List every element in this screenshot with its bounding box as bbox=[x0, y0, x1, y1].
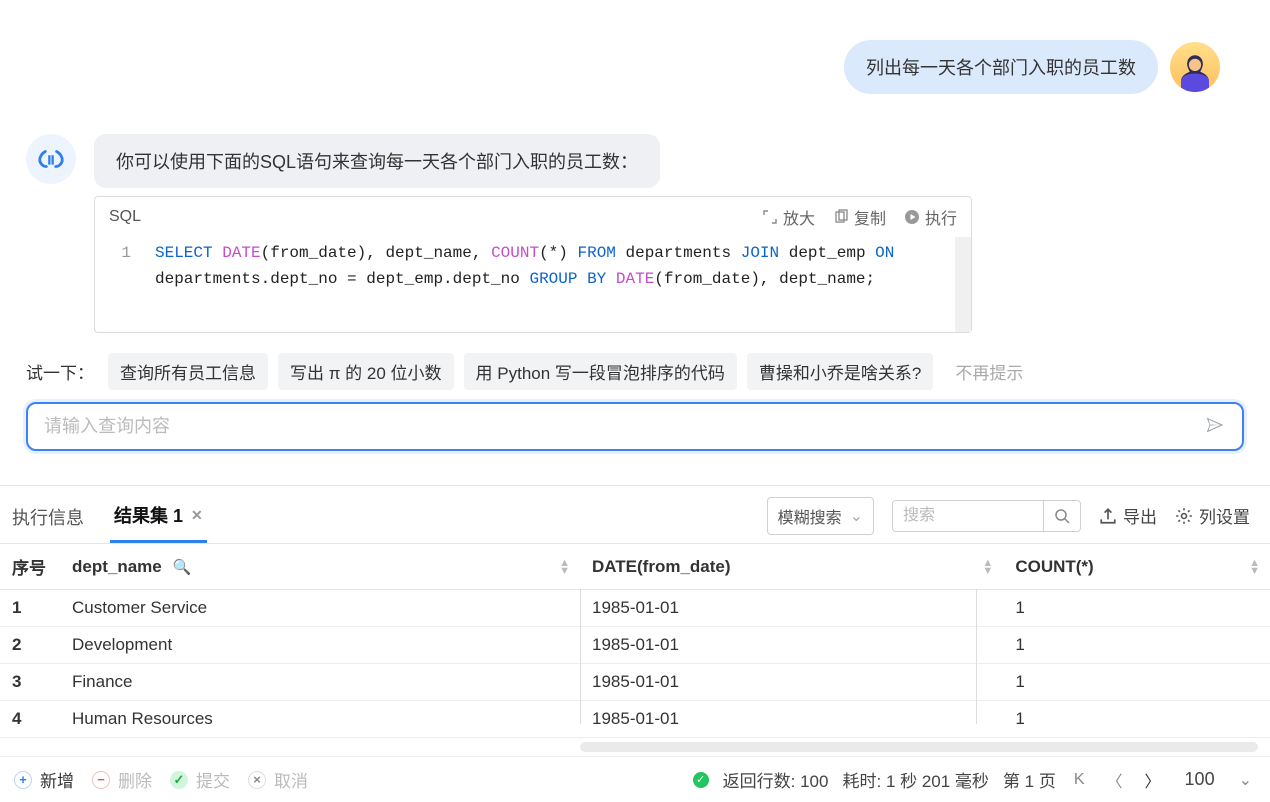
dismiss-suggestions[interactable]: 不再提示 bbox=[943, 353, 1035, 390]
prev-page-button[interactable]: 〈 bbox=[1103, 768, 1127, 792]
user-avatar bbox=[1170, 42, 1220, 92]
cell-date: 1985-01-01 bbox=[580, 701, 1003, 738]
try-label: 试一下： bbox=[26, 359, 94, 384]
col-date[interactable]: DATE(from_date) ▲▼ bbox=[580, 544, 1003, 590]
send-button[interactable] bbox=[1204, 414, 1226, 439]
column-settings-button[interactable]: 列设置 bbox=[1175, 503, 1250, 528]
suggestion-chip[interactable]: 写出 π 的 20 位小数 bbox=[278, 353, 454, 390]
assistant-avatar bbox=[26, 134, 76, 184]
tab-exec-info[interactable]: 执行信息 bbox=[8, 498, 88, 542]
query-input[interactable] bbox=[44, 416, 1204, 437]
query-input-bar bbox=[26, 402, 1244, 451]
cell-dept: Finance bbox=[60, 664, 580, 701]
delete-row-button[interactable]: − 删除 bbox=[92, 767, 152, 792]
column-settings-label: 列设置 bbox=[1199, 503, 1250, 528]
code-block: SQL 放大 复制 执行 1 SELECT DATE(from_date), d… bbox=[94, 196, 972, 333]
code-line-number: 1 bbox=[95, 241, 155, 292]
x-icon: × bbox=[248, 771, 266, 789]
search-icon bbox=[1054, 508, 1070, 524]
copy-label: 复制 bbox=[854, 205, 886, 229]
page-size-dropdown[interactable]: ⌄ bbox=[1235, 770, 1256, 790]
sort-icon[interactable]: ▲▼ bbox=[559, 559, 570, 575]
plus-icon: + bbox=[14, 771, 32, 789]
export-button[interactable]: 导出 bbox=[1099, 503, 1157, 528]
code-content[interactable]: SELECT DATE(from_date), dept_name, COUNT… bbox=[155, 241, 955, 292]
elapsed-time: 耗时: 1 秒 201 毫秒 bbox=[842, 767, 988, 792]
run-label: 执行 bbox=[925, 205, 957, 229]
cancel-label: 取消 bbox=[274, 767, 308, 792]
cell-count: 1 bbox=[1003, 664, 1270, 701]
export-label: 导出 bbox=[1123, 503, 1157, 528]
col-count[interactable]: COUNT(*) ▲▼ bbox=[1003, 544, 1270, 590]
status-ok-icon: ✓ bbox=[693, 772, 709, 788]
tab-resultset[interactable]: 结果集 1 ✕ bbox=[110, 496, 207, 543]
cancel-button[interactable]: × 取消 bbox=[248, 767, 308, 792]
suggestions-row: 试一下： 查询所有员工信息 写出 π 的 20 位小数 用 Python 写一段… bbox=[20, 353, 1250, 402]
export-icon bbox=[1099, 507, 1117, 525]
table-search-button[interactable] bbox=[1043, 501, 1080, 531]
commit-label: 提交 bbox=[196, 767, 230, 792]
add-row-button[interactable]: + 新增 bbox=[14, 767, 74, 792]
copy-icon bbox=[833, 209, 849, 225]
chevron-down-icon: ⌄ bbox=[850, 506, 863, 526]
rows-returned: 返回行数: 100 bbox=[723, 767, 829, 792]
first-page-button[interactable]: K bbox=[1070, 771, 1089, 789]
cell-date: 1985-01-01 bbox=[580, 590, 1003, 627]
col-count-label: COUNT(*) bbox=[1015, 557, 1093, 576]
cell-dept: Development bbox=[60, 627, 580, 664]
col-dept-name[interactable]: dept_name 🔍 ▲▼ bbox=[60, 544, 580, 590]
play-icon bbox=[904, 209, 920, 225]
add-label: 新增 bbox=[40, 767, 74, 792]
search-mode-select[interactable]: 模糊搜索 ⌄ bbox=[767, 497, 874, 535]
cell-serial: 2 bbox=[0, 627, 60, 664]
cell-dept: Customer Service bbox=[60, 590, 580, 627]
check-icon: ✓ bbox=[170, 771, 188, 789]
col-dept-label: dept_name bbox=[72, 557, 162, 576]
sort-icon[interactable]: ▲▼ bbox=[1249, 559, 1260, 575]
code-language-label: SQL bbox=[109, 208, 141, 226]
expand-label: 放大 bbox=[783, 205, 815, 229]
suggestion-chip[interactable]: 曹操和小乔是啥关系? bbox=[747, 353, 933, 390]
cell-serial: 1 bbox=[0, 590, 60, 627]
copy-button[interactable]: 复制 bbox=[833, 205, 886, 229]
cell-date: 1985-01-01 bbox=[580, 664, 1003, 701]
cell-dept: Human Resources bbox=[60, 701, 580, 738]
cell-date: 1985-01-01 bbox=[580, 627, 1003, 664]
table-row[interactable]: 4Human Resources1985-01-011 bbox=[0, 701, 1270, 738]
tab-resultset-label: 结果集 1 bbox=[114, 502, 183, 528]
commit-button[interactable]: ✓ 提交 bbox=[170, 767, 230, 792]
close-icon[interactable]: ✕ bbox=[191, 507, 203, 524]
next-page-button[interactable]: 〉 bbox=[1141, 768, 1165, 792]
results-table: 序号 dept_name 🔍 ▲▼ DATE(from_date) ▲▼ COU… bbox=[0, 544, 1270, 738]
col-date-label: DATE(from_date) bbox=[592, 557, 731, 576]
table-search-input[interactable] bbox=[893, 501, 1043, 531]
search-mode-label: 模糊搜索 bbox=[778, 504, 842, 528]
page-size-value: 100 bbox=[1179, 769, 1221, 790]
table-row[interactable]: 1Customer Service1985-01-011 bbox=[0, 590, 1270, 627]
cell-count: 1 bbox=[1003, 590, 1270, 627]
cell-count: 1 bbox=[1003, 701, 1270, 738]
suggestion-chip[interactable]: 查询所有员工信息 bbox=[108, 353, 268, 390]
cell-serial: 4 bbox=[0, 701, 60, 738]
cell-serial: 3 bbox=[0, 664, 60, 701]
filter-icon[interactable]: 🔍 bbox=[172, 559, 191, 576]
table-row[interactable]: 3Finance1985-01-011 bbox=[0, 664, 1270, 701]
send-icon bbox=[1204, 414, 1226, 436]
horizontal-scrollbar[interactable] bbox=[580, 742, 1258, 752]
results-panel: 执行信息 结果集 1 ✕ 模糊搜索 ⌄ 导出 列设置 bbox=[0, 485, 1270, 802]
col-serial[interactable]: 序号 bbox=[0, 544, 60, 590]
expand-button[interactable]: 放大 bbox=[762, 205, 815, 229]
cell-count: 1 bbox=[1003, 627, 1270, 664]
assistant-message-bubble: 你可以使用下面的SQL语句来查询每一天各个部门入职的员工数： bbox=[94, 134, 660, 188]
table-row[interactable]: 2Development1985-01-011 bbox=[0, 627, 1270, 664]
minus-icon: − bbox=[92, 771, 110, 789]
page-indicator: 第 1 页 bbox=[1003, 767, 1056, 792]
run-button[interactable]: 执行 bbox=[904, 205, 957, 229]
user-message-bubble: 列出每一天各个部门入职的员工数 bbox=[844, 40, 1158, 94]
expand-icon bbox=[762, 209, 778, 225]
sort-icon[interactable]: ▲▼ bbox=[982, 559, 993, 575]
delete-label: 删除 bbox=[118, 767, 152, 792]
gear-icon bbox=[1175, 507, 1193, 525]
suggestion-chip[interactable]: 用 Python 写一段冒泡排序的代码 bbox=[464, 353, 737, 390]
